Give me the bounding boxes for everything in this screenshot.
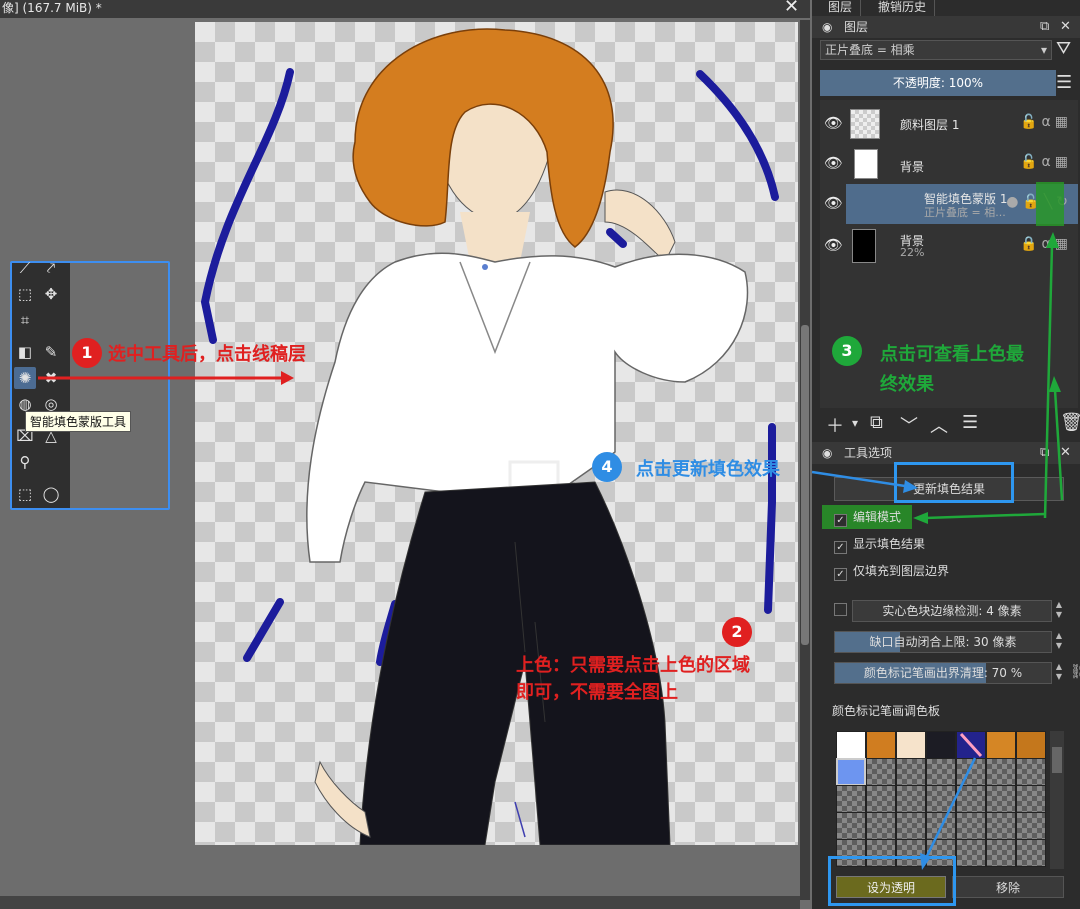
annotation-arrows bbox=[811, 232, 1064, 870]
